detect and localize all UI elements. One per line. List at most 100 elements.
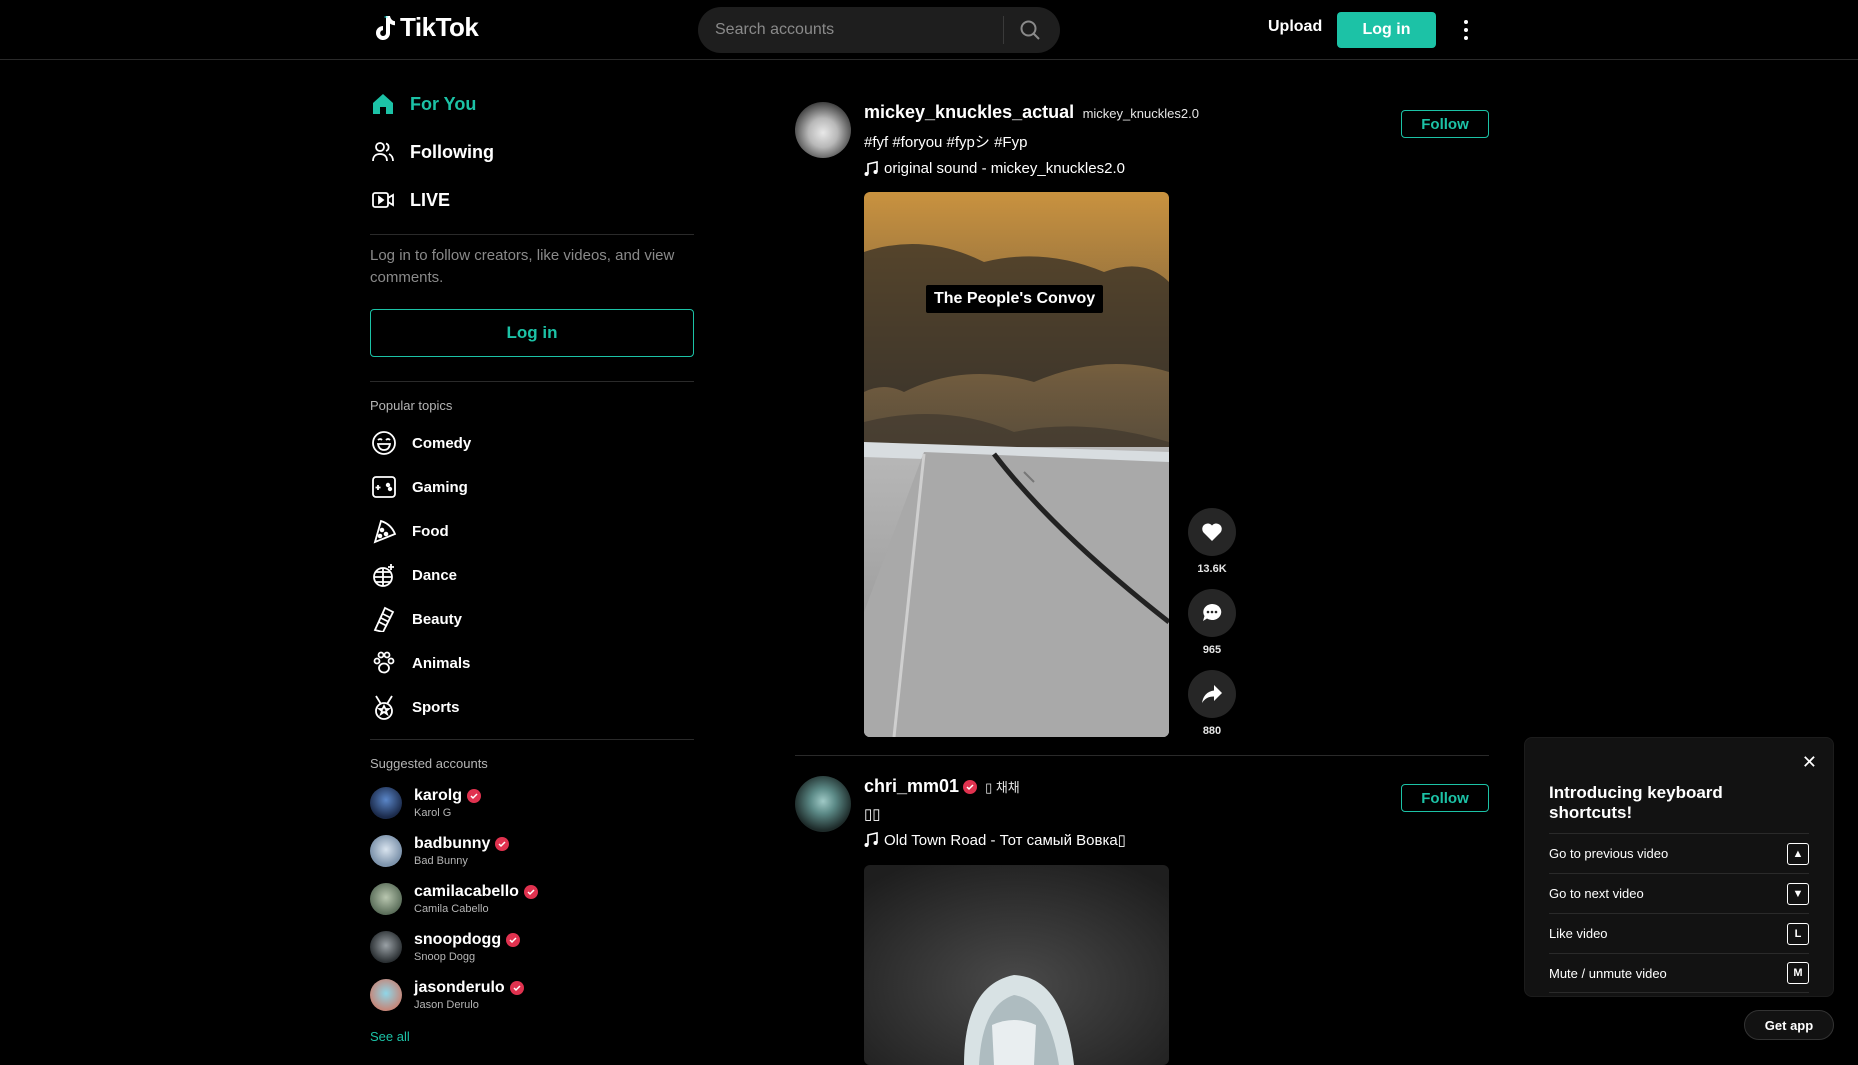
topic-label: Animals	[412, 654, 471, 672]
comedy-icon	[370, 429, 398, 457]
post-info: chri_mm01 ▯ 채채 ▯▯ Old Town Road - Тот са…	[864, 776, 1489, 849]
sidebar-divider	[370, 381, 694, 382]
see-all-link[interactable]: See all	[370, 1029, 694, 1044]
topic-dance[interactable]: Dance	[370, 553, 694, 597]
shortcut-row: Like video L	[1549, 913, 1809, 953]
post-caption[interactable]: #fyf #foryou #fypシ #Fyp	[864, 131, 1489, 152]
sidebar-login-button[interactable]: Log in	[370, 309, 694, 357]
avatar	[370, 931, 402, 963]
topic-label: Food	[412, 522, 449, 540]
close-icon[interactable]: ✕	[1802, 752, 1817, 773]
tiktok-note-icon	[376, 15, 395, 40]
topic-label: Sports	[412, 698, 460, 716]
post-username[interactable]: chri_mm01	[864, 776, 959, 797]
header-login-button[interactable]: Log in	[1337, 12, 1436, 48]
like-button[interactable]	[1188, 508, 1236, 556]
video-player[interactable]	[864, 865, 1169, 1065]
account-username: jasonderulo	[414, 979, 505, 996]
music-title: Old Town Road - Тот самый Вовка▯	[884, 832, 1126, 849]
topic-food[interactable]: Food	[370, 509, 694, 553]
topic-beauty[interactable]: Beauty	[370, 597, 694, 641]
search-icon	[1020, 20, 1040, 40]
suggested-account[interactable]: camilacabello Camila Cabello	[370, 875, 694, 923]
avatar	[370, 979, 402, 1011]
get-app-button[interactable]: Get app	[1744, 1010, 1834, 1040]
more-options-icon[interactable]	[1460, 16, 1472, 44]
avatar	[370, 787, 402, 819]
suggested-account[interactable]: snoopdogg Snoop Dogg	[370, 923, 694, 971]
verified-badge-icon	[495, 837, 510, 851]
post-username[interactable]: mickey_knuckles_actual	[864, 102, 1074, 122]
nav-label: For You	[410, 93, 477, 114]
logo-text: TikTok	[400, 12, 479, 42]
follow-button[interactable]: Follow	[1401, 784, 1489, 812]
search-input[interactable]	[698, 21, 1003, 39]
share-button[interactable]	[1188, 670, 1236, 718]
verified-badge-icon	[523, 885, 538, 899]
music-note-icon	[864, 160, 878, 176]
shortcuts-title: Introducing keyboard shortcuts!	[1549, 783, 1723, 822]
food-icon	[370, 517, 398, 545]
post-avatar[interactable]	[795, 102, 851, 158]
account-name: Jason Derulo	[414, 999, 479, 1011]
feed-post: mickey_knuckles_actual mickey_knuckles2.…	[795, 102, 1489, 756]
search-bar[interactable]	[698, 7, 1060, 53]
sidebar: For You Following LIVE Log in to follow …	[370, 80, 694, 1044]
shortcut-label: Mute / unmute video	[1549, 965, 1667, 981]
topic-animals[interactable]: Animals	[370, 641, 694, 685]
nav-label: Following	[410, 141, 494, 162]
video-overlay-text: The People's Convoy	[926, 285, 1104, 313]
account-username: camilacabello	[414, 883, 519, 900]
suggested-account[interactable]: karolg Karol G	[370, 779, 694, 827]
shortcut-row: Mute / unmute video M	[1549, 953, 1809, 993]
search-button[interactable]	[1004, 7, 1056, 53]
suggested-account[interactable]: jasonderulo Jason Derulo	[370, 971, 694, 1019]
topic-label: Beauty	[412, 610, 463, 628]
video-frame-road	[864, 192, 1169, 737]
l-key-icon: L	[1787, 922, 1809, 945]
avatar	[370, 883, 402, 915]
keyboard-shortcuts-panel: ✕ Introducing keyboard shortcuts! Go to …	[1524, 737, 1834, 997]
share-icon	[1202, 685, 1222, 703]
follow-button[interactable]: Follow	[1401, 110, 1489, 138]
account-name: Camila Cabello	[414, 903, 489, 915]
topic-sports[interactable]: Sports	[370, 685, 694, 729]
post-caption[interactable]: ▯▯	[864, 805, 1489, 823]
music-note-icon	[864, 832, 878, 847]
login-hint: Log in to follow creators, like videos, …	[370, 247, 675, 286]
post-music[interactable]: Old Town Road - Тот самый Вовка▯	[864, 831, 1489, 849]
home-icon	[370, 91, 396, 117]
topic-label: Gaming	[412, 478, 468, 496]
verified-badge-icon	[963, 779, 978, 794]
sidebar-divider	[370, 234, 694, 235]
topic-gaming[interactable]: Gaming	[370, 465, 694, 509]
heart-icon	[1202, 523, 1222, 541]
video-frame-portrait	[864, 865, 1169, 1065]
topic-comedy[interactable]: Comedy	[370, 421, 694, 465]
dance-icon	[370, 561, 398, 589]
video-player[interactable]: The People's Convoy	[864, 192, 1169, 737]
post-info: mickey_knuckles_actual mickey_knuckles2.…	[864, 102, 1489, 177]
arrow-up-key-icon: ▲	[1787, 842, 1809, 865]
comment-count: 965	[1202, 644, 1222, 656]
suggested-account[interactable]: badbunny Bad Bunny	[370, 827, 694, 875]
sports-icon	[370, 693, 398, 721]
post-nickname: ▯ 채채	[985, 780, 1020, 795]
music-title: original sound - mickey_knuckles2.0	[884, 160, 1125, 177]
tiktok-logo[interactable]: TikTok	[372, 12, 479, 43]
upload-link[interactable]: Upload	[1268, 18, 1322, 36]
topic-label: Comedy	[412, 434, 472, 452]
beauty-icon	[370, 605, 398, 633]
comment-button[interactable]	[1188, 589, 1236, 637]
post-music[interactable]: original sound - mickey_knuckles2.0	[864, 160, 1489, 177]
nav-following[interactable]: Following	[370, 128, 694, 176]
nav-label: LIVE	[410, 189, 451, 210]
comment-icon	[1203, 603, 1222, 621]
share-count: 880	[1202, 725, 1222, 737]
account-username: karolg	[414, 787, 463, 804]
nav-for-you[interactable]: For You	[370, 80, 694, 128]
top-bar: TikTok Upload Log in	[0, 0, 1858, 60]
nav-live[interactable]: LIVE	[370, 176, 694, 224]
post-avatar[interactable]	[795, 776, 851, 832]
m-key-icon: M	[1787, 962, 1809, 984]
